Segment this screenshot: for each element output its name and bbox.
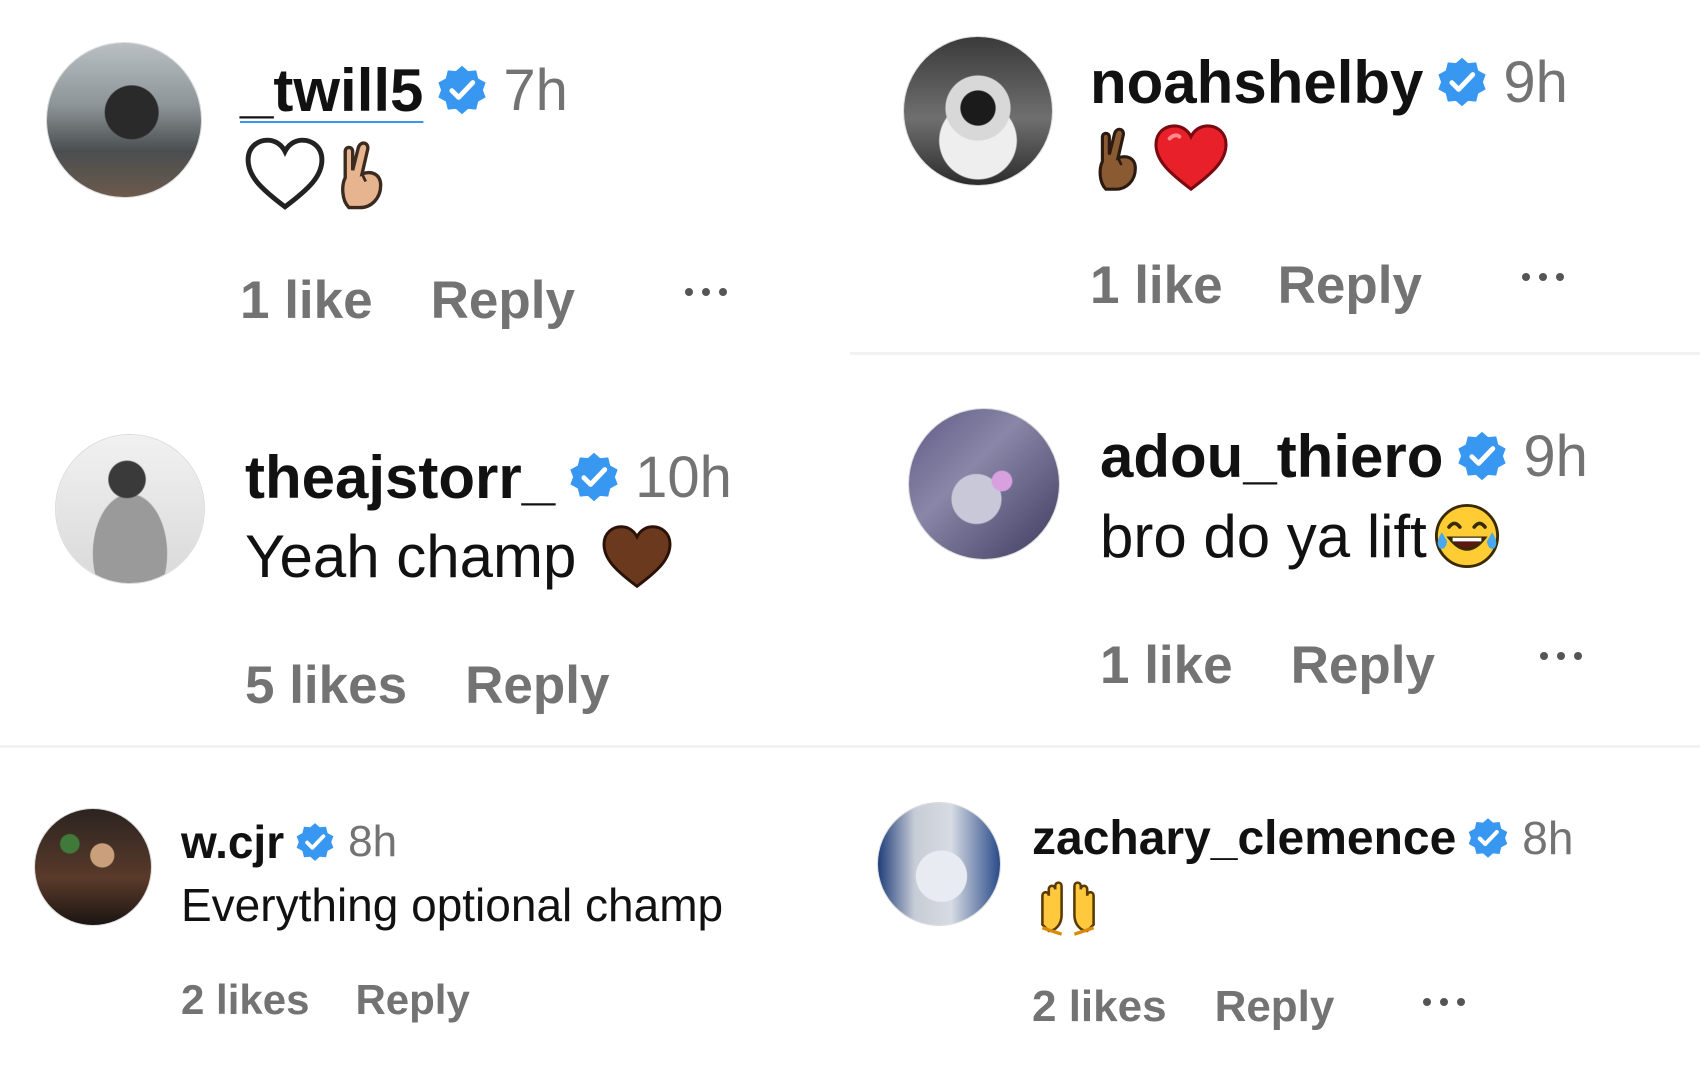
comment-text: Yeah champ [245, 523, 577, 590]
comment-text: Everything optional champ [181, 879, 724, 931]
crossed-fingers-icon [1092, 122, 1144, 194]
reply-button[interactable]: Reply [465, 655, 609, 716]
verified-badge-icon [567, 450, 621, 504]
username[interactable]: theajstorr_ [245, 443, 555, 512]
comment-text: bro do ya lift [1100, 502, 1427, 570]
timestamp: 8h [1522, 812, 1574, 864]
username[interactable]: adou_thiero [1100, 422, 1443, 491]
divider [0, 745, 1700, 748]
avatar[interactable] [908, 408, 1060, 560]
verified-badge-icon [1466, 816, 1510, 860]
username[interactable]: zachary_clemence [1032, 811, 1456, 866]
avatar[interactable] [46, 42, 202, 198]
white-heart-icon [244, 137, 326, 211]
crossed-fingers-icon [334, 136, 390, 212]
reply-button[interactable]: Reply [1278, 255, 1422, 316]
username[interactable]: _twill5 [240, 56, 423, 125]
username[interactable]: w.cjr [181, 815, 284, 869]
likes-count[interactable]: 2 likes [181, 976, 309, 1024]
timestamp: 8h [348, 817, 398, 866]
likes-count[interactable]: 5 likes [245, 655, 407, 716]
more-options-icon[interactable] [1423, 998, 1465, 1006]
username[interactable]: noahshelby [1090, 48, 1423, 117]
timestamp: 7h [503, 57, 568, 123]
reply-button[interactable]: Reply [431, 270, 575, 331]
reply-button[interactable]: Reply [1291, 635, 1435, 696]
verified-badge-icon [294, 821, 336, 863]
tears-of-joy-icon [1431, 500, 1503, 572]
likes-count[interactable]: 1 like [1090, 255, 1223, 316]
avatar[interactable] [877, 802, 1001, 926]
verified-badge-icon [435, 63, 489, 117]
verified-badge-icon [1455, 429, 1509, 483]
raising-hands-icon [1036, 876, 1100, 938]
verified-badge-icon [1435, 55, 1489, 109]
timestamp: 9h [1523, 423, 1588, 489]
more-options-icon[interactable] [1522, 273, 1564, 281]
divider [850, 352, 1700, 355]
reply-button[interactable]: Reply [1215, 982, 1335, 1032]
reply-button[interactable]: Reply [355, 976, 469, 1024]
avatar[interactable] [903, 36, 1053, 186]
more-options-icon[interactable] [685, 288, 727, 296]
likes-count[interactable]: 1 like [240, 270, 373, 331]
timestamp: 9h [1503, 49, 1568, 115]
likes-count[interactable]: 2 likes [1032, 982, 1167, 1032]
avatar[interactable] [34, 808, 152, 926]
brown-heart-icon [600, 524, 674, 590]
likes-count[interactable]: 1 like [1100, 635, 1233, 696]
timestamp: 10h [635, 444, 732, 510]
avatar[interactable] [55, 434, 205, 584]
red-heart-icon [1152, 123, 1230, 193]
more-options-icon[interactable] [1540, 652, 1582, 660]
